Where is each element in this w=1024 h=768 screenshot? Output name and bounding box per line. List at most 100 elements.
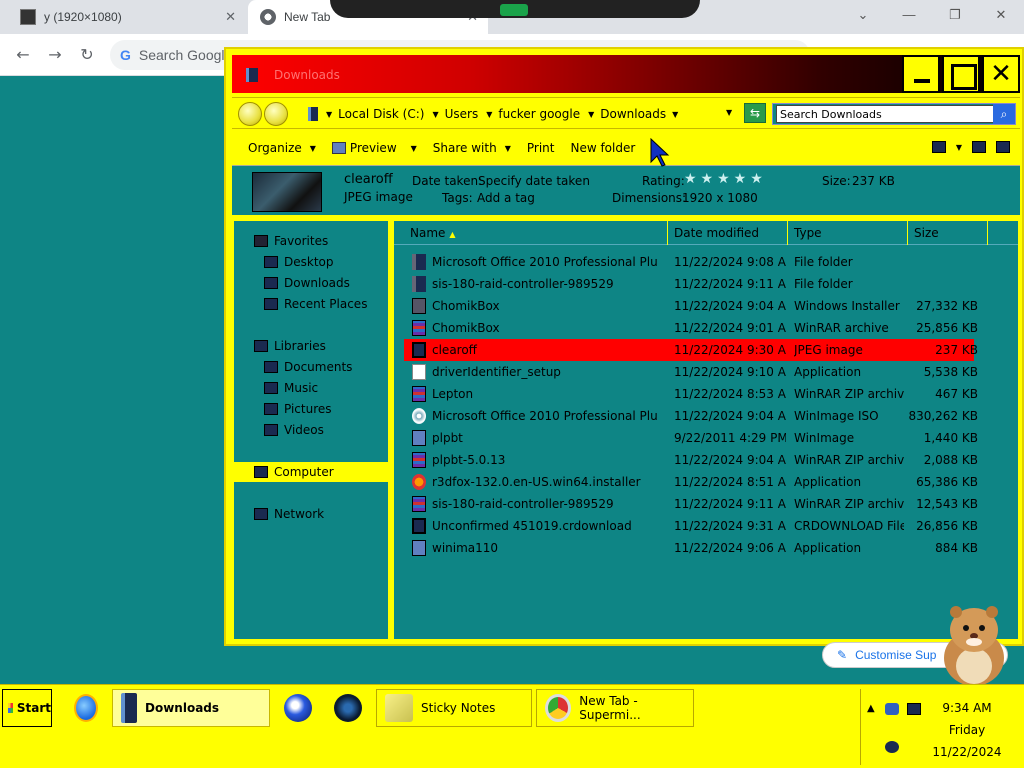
new-folder-button[interactable]: New folder xyxy=(570,141,635,155)
fox-file-icon xyxy=(412,474,426,490)
breadcrumb[interactable]: ▼ Local Disk (C:) ▼ Users ▼ fucker google ▼… xyxy=(304,102,736,126)
file-row[interactable]: plpbt-5.0.13 11/22/2024 9:04 AM WinRAR ZIP… xyxy=(394,449,1018,471)
nav-favorites[interactable]: Favorites xyxy=(254,231,328,251)
preview-pane-icon[interactable] xyxy=(972,141,986,153)
file-row[interactable]: plpbt 9/22/2011 4:29 PM WinImage 1,440 KB xyxy=(394,427,1018,449)
file-row[interactable]: Unconfirmed 451019.crdownload 11/22/2024 … xyxy=(394,515,1018,537)
nav-pictures[interactable]: Pictures xyxy=(264,399,332,419)
forward-button[interactable] xyxy=(264,102,288,126)
nav-recent-places[interactable]: Recent Places xyxy=(264,294,367,314)
clock-time[interactable]: 9:34 AM xyxy=(923,701,1011,715)
search-icon[interactable]: ⌕ xyxy=(993,104,1015,124)
downloads-taskbar-button[interactable]: Downloads xyxy=(112,689,270,727)
breadcrumb-item[interactable]: ▼ Local Disk (C:) xyxy=(326,107,424,121)
breadcrumb-item[interactable]: ▼ Downloads ▼ xyxy=(588,107,684,121)
close-button[interactable]: ✕ xyxy=(982,55,1020,93)
tags-value[interactable]: Add a tag xyxy=(477,191,535,205)
search-input[interactable] xyxy=(776,105,994,123)
back-icon[interactable]: ← xyxy=(12,44,34,66)
nav-music[interactable]: Music xyxy=(264,378,318,398)
minimize-icon[interactable]: — xyxy=(886,0,932,30)
ie-taskbar-button[interactable] xyxy=(66,689,106,727)
nav-videos[interactable]: Videos xyxy=(264,420,324,440)
folder-file-icon xyxy=(412,254,426,270)
file-type: WinRAR ZIP archive xyxy=(794,497,904,511)
tray-network-icon[interactable] xyxy=(885,741,899,753)
organize-button[interactable]: Organize ▼ xyxy=(248,141,316,155)
file-date: 11/22/2024 9:01 AM xyxy=(674,321,786,335)
reload-icon[interactable]: ↻ xyxy=(76,44,98,66)
file-size: 65,386 KB xyxy=(916,475,978,489)
nav-label: Documents xyxy=(284,360,353,374)
nav-network[interactable]: Network xyxy=(254,504,324,524)
rating-stars-icon[interactable]: ★★★★★ xyxy=(684,171,767,187)
clock-day[interactable]: Friday xyxy=(923,723,1011,737)
title-bar[interactable]: Downloads ✕ xyxy=(232,55,1020,93)
tab-search-icon[interactable]: ⌄ xyxy=(840,0,886,30)
back-button[interactable] xyxy=(238,102,262,126)
restore-icon[interactable]: ❐ xyxy=(932,0,978,30)
column-headers: Name ▲ Date modified Type Size xyxy=(394,221,1018,245)
change-view-icon[interactable] xyxy=(931,141,946,153)
sticky-notes-taskbar-button[interactable]: Sticky Notes xyxy=(376,689,532,727)
file-name: driverIdentifier_setup xyxy=(432,365,561,379)
file-row[interactable]: sis-180-raid-controller-989529 11/22/2024… xyxy=(394,493,1018,515)
nav-desktop[interactable]: Desktop xyxy=(264,252,334,272)
file-row[interactable]: sis-180-raid-controller-989529 11/22/2024… xyxy=(394,273,1018,295)
start-label: Start xyxy=(16,701,51,715)
file-row[interactable]: winima110 11/22/2024 9:06 AM Application 88… xyxy=(394,537,1018,559)
close-tab-icon[interactable]: ✕ xyxy=(225,9,236,25)
view-dropdown-icon[interactable]: ▼ xyxy=(956,143,962,152)
minimize-button[interactable] xyxy=(902,55,940,93)
search-box[interactable]: ⌕ xyxy=(772,103,1016,125)
preview-button[interactable]: Preview ▼ xyxy=(331,141,417,155)
file-row[interactable]: Microsoft Office 2010 Professional Plus … xyxy=(394,251,1018,273)
column-size[interactable]: Size xyxy=(908,221,988,245)
help-icon[interactable] xyxy=(996,141,1010,153)
file-size: 27,332 KB xyxy=(916,299,978,313)
file-row[interactable]: Lepton 11/22/2024 8:53 AM WinRAR ZIP archi… xyxy=(394,383,1018,405)
print-button[interactable]: Print xyxy=(527,141,555,155)
img-file-icon xyxy=(412,342,426,358)
clock-date[interactable]: 11/22/2024 xyxy=(923,745,1011,759)
chrome-taskbar-button[interactable]: New Tab - Supermi... xyxy=(536,689,694,727)
column-label: Size xyxy=(914,226,939,240)
file-row[interactable]: r3dfox-132.0.en-US.win64.installer 11/22/… xyxy=(394,471,1018,493)
nav-downloads[interactable]: Downloads xyxy=(264,273,350,293)
file-row[interactable]: ChomikBox 11/22/2024 9:04 AM Windows Insta… xyxy=(394,295,1018,317)
file-type: Application xyxy=(794,541,862,555)
file-row[interactable]: driverIdentifier_setup 11/22/2024 9:10 AM… xyxy=(394,361,1018,383)
nav-documents[interactable]: Documents xyxy=(264,357,352,377)
network-icon xyxy=(254,508,268,520)
file-row[interactable]: ChomikBox 11/22/2024 9:01 AM WinRAR archiv… xyxy=(394,317,1018,339)
share-button[interactable]: Share with ▼ xyxy=(433,141,511,155)
breadcrumb-item[interactable]: ▼ fucker google xyxy=(486,107,580,121)
start-button[interactable]: Start xyxy=(2,689,52,727)
date-taken-value[interactable]: Specify date taken xyxy=(478,174,590,188)
column-type[interactable]: Type xyxy=(788,221,908,245)
file-row[interactable]: Microsoft Office 2010 Professional Plus … xyxy=(394,405,1018,427)
file-date: 11/22/2024 9:11 AM xyxy=(674,277,786,291)
maximize-button[interactable] xyxy=(942,55,980,93)
dark-app-taskbar-button[interactable] xyxy=(326,689,370,727)
tray-monitor-icon[interactable] xyxy=(907,703,921,715)
breadcrumb-item[interactable]: ▼ Users xyxy=(432,107,478,121)
file-row[interactable]: clearoff 11/22/2024 9:30 AM JPEG image 237 … xyxy=(404,339,978,361)
address-dropdown-icon[interactable]: ▼ xyxy=(726,108,732,117)
nav-libraries[interactable]: Libraries xyxy=(254,336,326,356)
refresh-button[interactable]: ⇆ xyxy=(744,103,766,123)
file-name: winima110 xyxy=(432,541,499,555)
column-date-modified[interactable]: Date modified xyxy=(668,221,788,245)
forward-icon[interactable]: → xyxy=(44,44,66,66)
tray-app-icon[interactable] xyxy=(885,703,899,715)
media-player-taskbar-button[interactable] xyxy=(276,689,320,727)
nav-computer[interactable]: Computer xyxy=(234,462,392,482)
browser-tab-image[interactable]: y (1920×1080) ✕ xyxy=(8,0,246,34)
close-icon[interactable]: ✕ xyxy=(978,0,1024,30)
dimensions-value: 1920 x 1080 xyxy=(682,191,758,205)
show-hidden-icons-icon[interactable]: ▲ xyxy=(867,703,875,714)
file-type: WinImage xyxy=(794,431,855,445)
nav-label: Desktop xyxy=(284,255,334,269)
column-name[interactable]: Name ▲ xyxy=(404,221,668,245)
file-type: Application xyxy=(794,475,862,489)
